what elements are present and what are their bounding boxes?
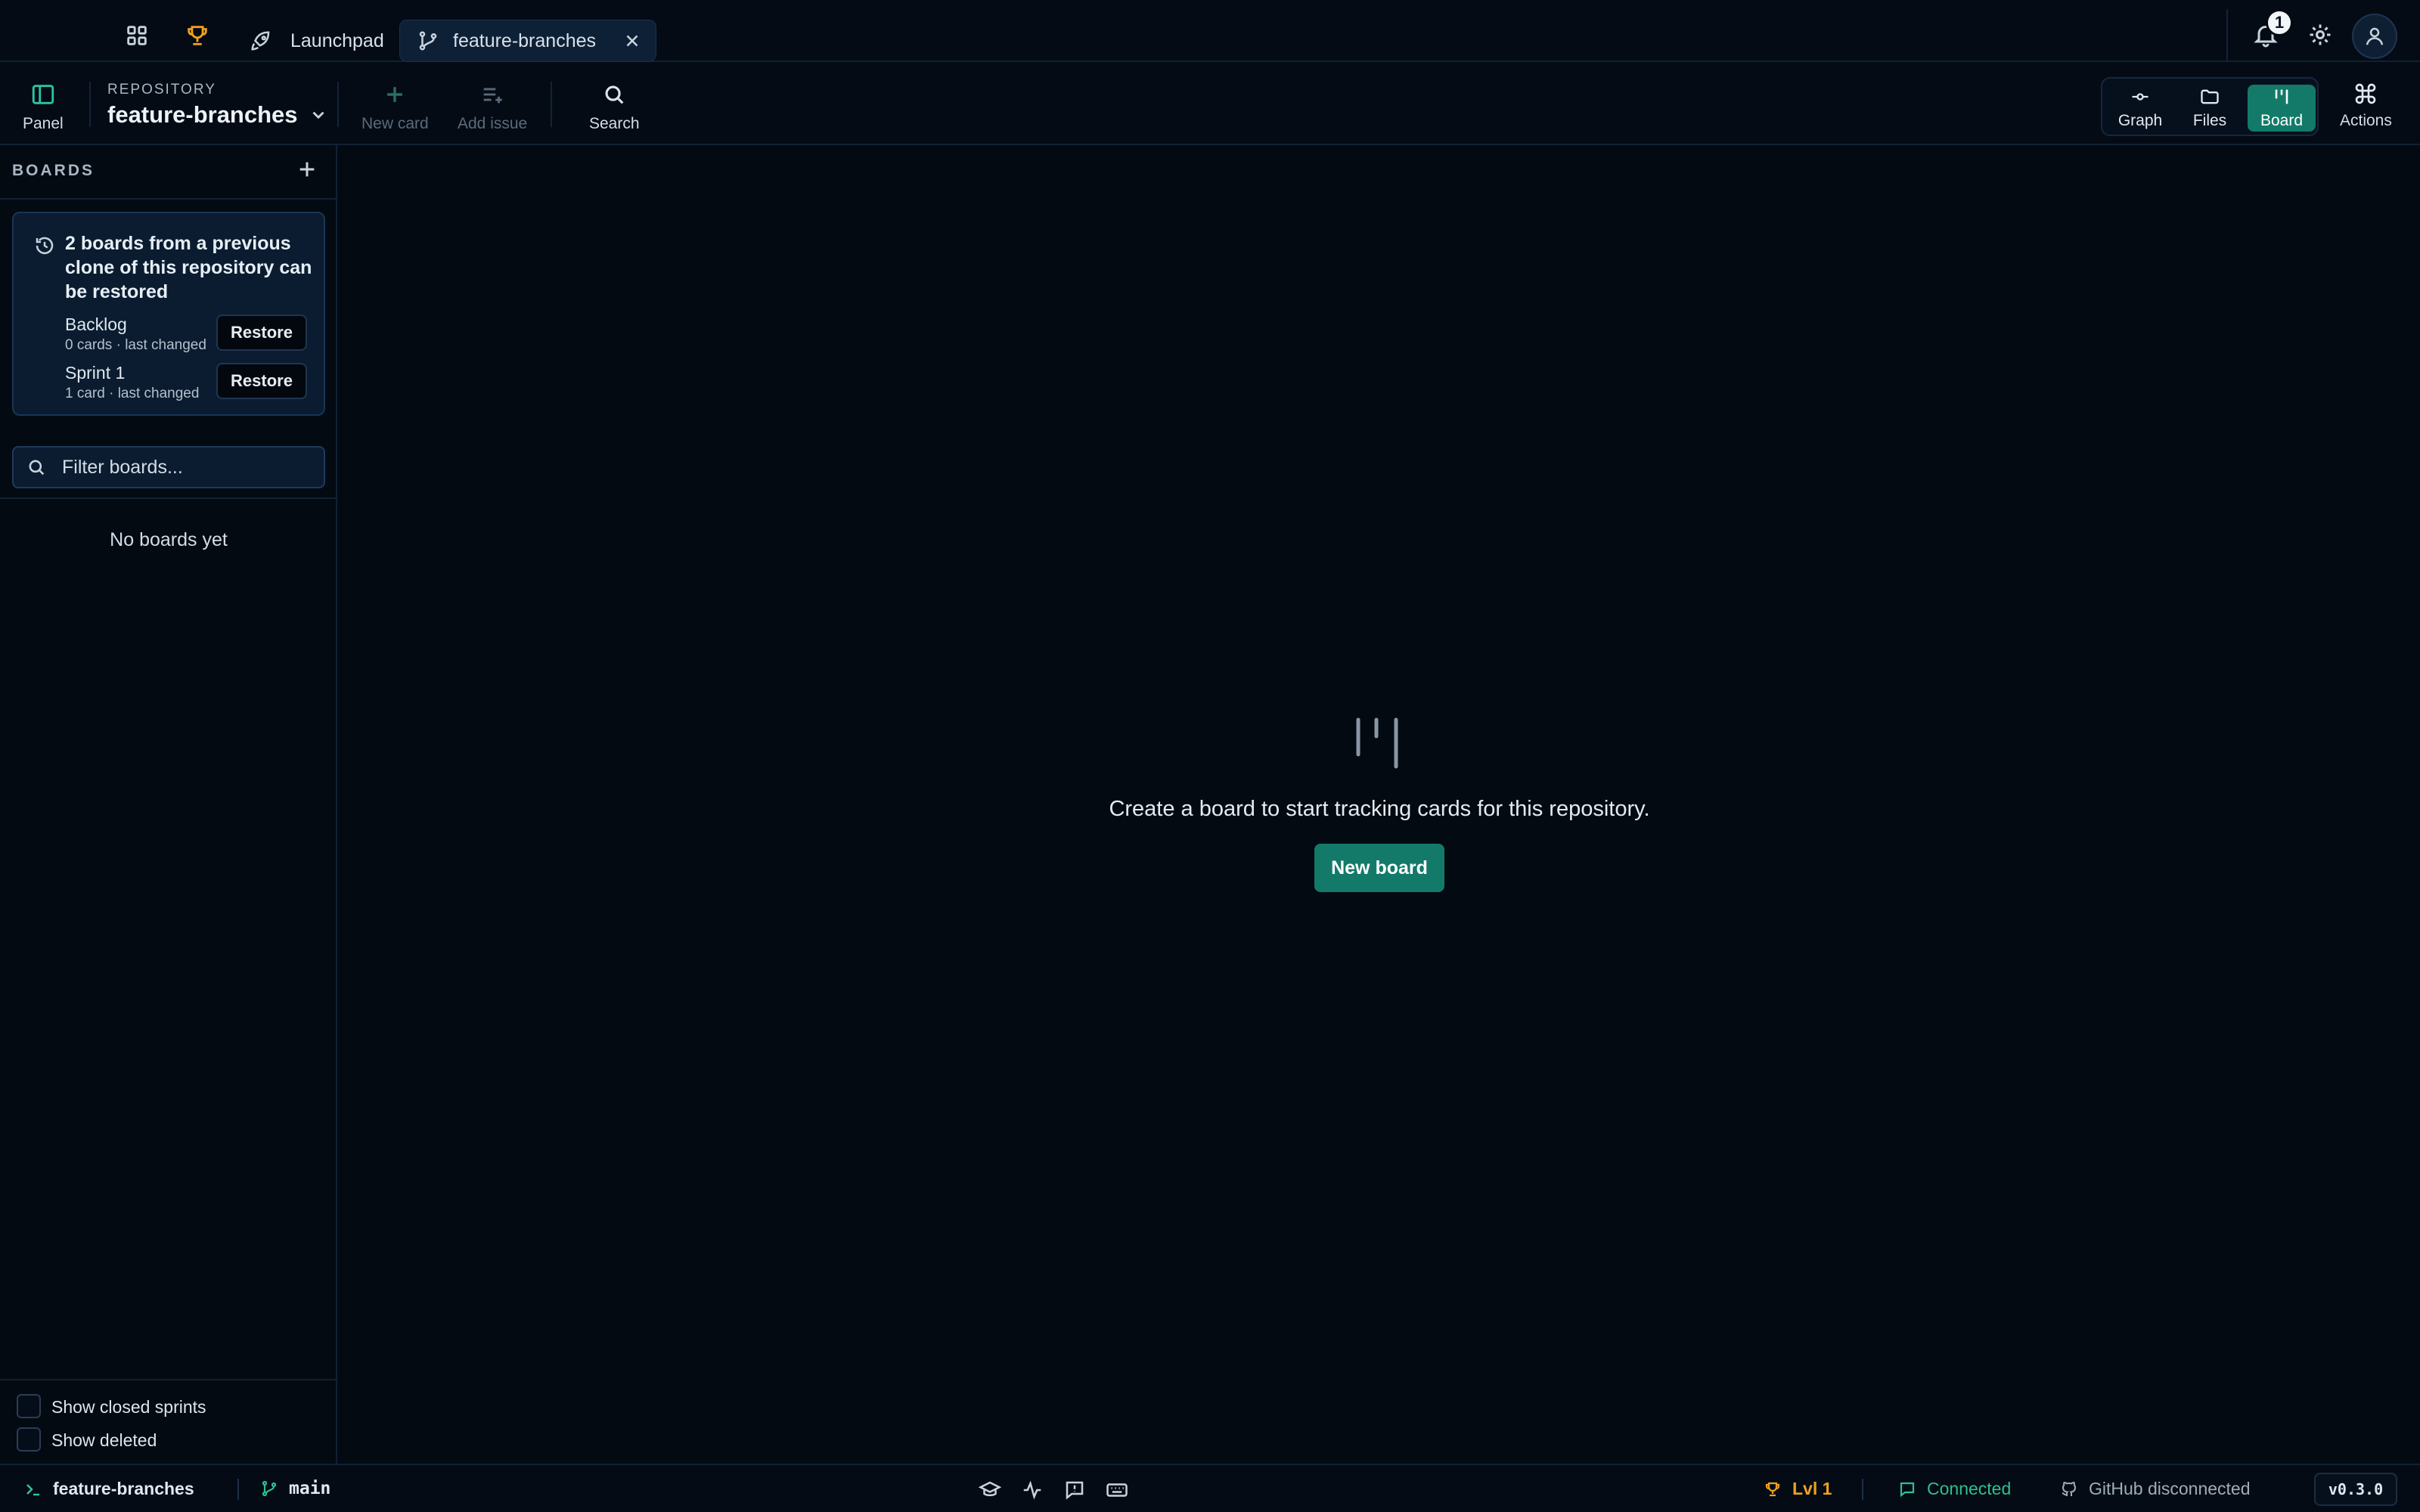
- plus-icon: [387, 87, 403, 102]
- status-branch[interactable]: main: [260, 1479, 330, 1498]
- add-board-icon[interactable]: [295, 157, 319, 181]
- notification-badge: 1: [2266, 9, 2293, 36]
- command-icon: [2356, 83, 2376, 104]
- filter-boards-input[interactable]: [62, 456, 312, 479]
- status-level[interactable]: Lvl 1: [1764, 1479, 1832, 1499]
- divider: [0, 1379, 337, 1380]
- filter-boards-field[interactable]: [12, 446, 325, 488]
- view-graph-label: Graph: [2118, 112, 2163, 129]
- status-connection-label: Connected: [1927, 1479, 2012, 1498]
- restorable-board-meta: 0 cards · last changed: [65, 337, 206, 353]
- gear-icon[interactable]: [2307, 21, 2334, 48]
- learn-icon[interactable]: [979, 1479, 1001, 1501]
- show-deleted-label: Show deleted: [51, 1430, 157, 1450]
- search-label: Search: [589, 115, 640, 132]
- actions-button[interactable]: Actions: [2340, 82, 2392, 130]
- new-card-button[interactable]: New card: [361, 82, 429, 133]
- toolbar: Panel REPOSITORY feature-branches New ca…: [0, 62, 2420, 145]
- trophy-icon: [1765, 1482, 1780, 1496]
- view-board-button[interactable]: Board: [2248, 85, 2316, 132]
- user-icon: [2366, 27, 2384, 45]
- repo-caption: REPOSITORY: [107, 82, 216, 98]
- rocket-icon: [250, 29, 272, 52]
- restorable-board-name: Sprint 1: [65, 363, 126, 383]
- restore-message: 2 boards from a previous clone of this r…: [65, 233, 312, 302]
- restore-button[interactable]: Restore: [216, 363, 307, 399]
- divider: [1862, 1479, 1863, 1500]
- divider: [0, 198, 337, 200]
- status-connection[interactable]: Connected: [1898, 1479, 2011, 1499]
- apps-grid-icon[interactable]: [124, 23, 150, 48]
- git-branch-icon: [262, 1480, 277, 1497]
- list-plus-icon: [483, 88, 502, 104]
- add-issue-button[interactable]: Add issue: [458, 82, 527, 133]
- view-board-label: Board: [2260, 112, 2304, 129]
- board-main-area: Create a board to start tracking cards f…: [339, 145, 2420, 1464]
- divider: [551, 82, 552, 127]
- view-switcher: Graph Files Board: [2101, 77, 2319, 136]
- tab-bar: Launchpad feature-branches 1: [0, 0, 2420, 62]
- restore-button[interactable]: Restore: [216, 314, 307, 351]
- terminal-icon: [26, 1483, 39, 1495]
- divider: [237, 1479, 239, 1500]
- github-icon: [2062, 1481, 2077, 1496]
- view-graph-button[interactable]: Graph: [2108, 85, 2172, 132]
- status-branch-label: main: [289, 1479, 331, 1498]
- commit-graph-icon: [2132, 93, 2149, 101]
- actions-label: Actions: [2340, 112, 2392, 129]
- avatar[interactable]: [2352, 14, 2397, 59]
- sidebar-panel-icon: [32, 85, 54, 104]
- status-github-label: GitHub disconnected: [2089, 1479, 2251, 1498]
- show-deleted-checkbox[interactable]: [17, 1427, 41, 1452]
- tab-feature-branches[interactable]: feature-branches: [399, 20, 656, 62]
- board-icon: [2275, 89, 2288, 104]
- panel-button[interactable]: Panel: [23, 82, 64, 133]
- search-icon: [605, 85, 624, 104]
- tab-label: feature-branches: [453, 29, 597, 51]
- chevron-down-icon: [312, 111, 324, 119]
- tab-launchpad[interactable]: Launchpad: [247, 20, 387, 62]
- repo-name: feature-branches: [107, 101, 298, 128]
- restorable-board-meta: 1 card · last changed: [65, 386, 200, 401]
- panel-label: Panel: [23, 115, 64, 132]
- search-icon: [29, 460, 45, 476]
- view-files-button[interactable]: Files: [2178, 85, 2242, 132]
- status-repo[interactable]: feature-branches: [24, 1479, 194, 1499]
- new-board-button[interactable]: New board: [1314, 844, 1444, 892]
- new-card-label: New card: [361, 115, 429, 132]
- version-badge: v0.3.0: [2314, 1473, 2397, 1506]
- keyboard-icon[interactable]: [1106, 1479, 1128, 1501]
- restore-boards-panel: 2 boards from a previous clone of this r…: [12, 212, 325, 416]
- divider: [0, 497, 337, 499]
- tab-label: Launchpad: [290, 29, 384, 51]
- divider: [2226, 9, 2228, 60]
- repo-selector[interactable]: feature-branches: [107, 101, 328, 129]
- empty-boards-text: No boards yet: [110, 529, 228, 550]
- view-files-label: Files: [2192, 112, 2227, 129]
- divider: [337, 82, 339, 127]
- history-icon: [33, 234, 56, 257]
- trophy-icon[interactable]: [185, 23, 210, 48]
- feedback-icon[interactable]: [1063, 1479, 1086, 1501]
- board-icon: [1354, 717, 1402, 771]
- git-branch-icon: [417, 29, 439, 52]
- search-button[interactable]: Search: [589, 82, 640, 133]
- restorable-board-name: Backlog: [65, 314, 127, 334]
- boards-header: BOARDS: [12, 162, 95, 179]
- message-icon: [1900, 1482, 1915, 1497]
- status-bar: feature-branches main Lvl 1 Connected Gi…: [0, 1464, 2420, 1512]
- close-icon[interactable]: [622, 31, 642, 51]
- boards-sidebar: BOARDS 2 boards from a previous clone of…: [0, 145, 337, 1464]
- activity-icon[interactable]: [1021, 1479, 1044, 1501]
- show-closed-sprints-checkbox[interactable]: [17, 1394, 41, 1418]
- status-repo-label: feature-branches: [53, 1479, 194, 1498]
- show-closed-sprints-label: Show closed sprints: [51, 1397, 206, 1417]
- empty-state-message: Create a board to start tracking cards f…: [1109, 797, 1650, 821]
- add-issue-label: Add issue: [458, 115, 528, 132]
- folder-icon: [2201, 89, 2219, 104]
- status-level-label: Lvl 1: [1792, 1479, 1832, 1498]
- divider: [89, 82, 91, 127]
- status-github[interactable]: GitHub disconnected: [2060, 1479, 2251, 1499]
